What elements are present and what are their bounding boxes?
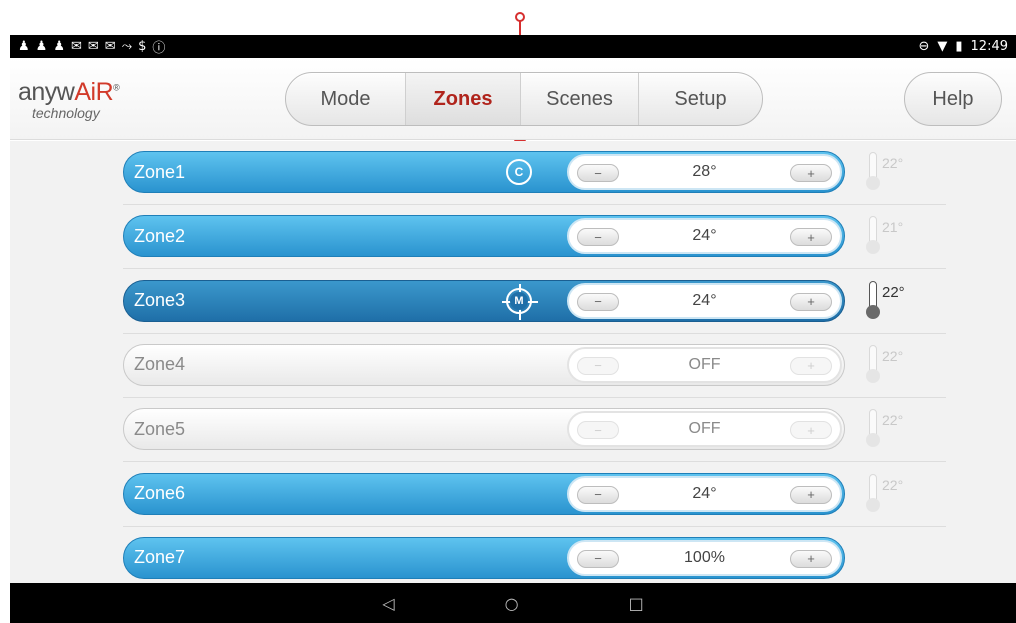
increase-button[interactable]: +: [790, 164, 832, 182]
notification-icons: ♟ ♟ ♟ ✉ ✉ ✉ ⤳ $ ⓘ: [18, 37, 166, 56]
mail-icon: ✉: [70, 39, 83, 54]
setpoint-control: − 28° +: [567, 154, 842, 190]
zone-row: Zone3 M − 24° + 22°: [10, 270, 1016, 334]
setpoint-value: OFF: [688, 355, 721, 373]
current-temperature: 22°: [882, 412, 904, 429]
setpoint-value: 100%: [684, 548, 725, 566]
zone-name[interactable]: Zone6: [134, 483, 185, 504]
clock: 12:49: [970, 39, 1008, 54]
thermometer: 22°: [866, 152, 916, 194]
mail-icon: ✉: [87, 39, 100, 54]
zone-name[interactable]: Zone4: [134, 354, 185, 375]
do-not-disturb-icon: ⊖: [918, 39, 930, 54]
auto-mode-icon[interactable]: C: [506, 159, 532, 185]
increase-button[interactable]: +: [790, 292, 832, 311]
decrease-button[interactable]: −: [577, 356, 619, 375]
notification-icon: ♟: [35, 39, 49, 54]
thermometer: 22°: [866, 280, 916, 323]
logo: anywAiR® technology: [18, 78, 120, 121]
system-icons: ⊖ ▼ ▮ 12:49: [918, 39, 1008, 54]
tab-zones[interactable]: Zones: [406, 73, 521, 125]
zone-list: Zone1 C − 28° + 22° Zone2 − 24° + 21° Zo…: [10, 141, 1016, 583]
increase-button[interactable]: +: [790, 228, 832, 247]
setpoint-control: − 100% +: [567, 539, 842, 576]
help-button[interactable]: Help: [904, 72, 1002, 126]
decrease-button[interactable]: −: [577, 421, 619, 440]
setpoint-control: − 24° +: [567, 475, 842, 512]
info-icon: ⓘ: [152, 41, 167, 56]
current-temperature: 21°: [882, 219, 904, 236]
current-temperature: 22°: [882, 155, 904, 171]
setpoint-value: 24°: [692, 484, 717, 502]
decrease-button[interactable]: −: [577, 292, 619, 311]
logo-wordmark: anywAiR®: [18, 78, 120, 106]
zone-bar[interactable]: Zone5 − OFF +: [123, 408, 845, 451]
zone-name[interactable]: Zone5: [134, 419, 185, 440]
setpoint-value: 28°: [692, 163, 717, 180]
zone-name[interactable]: Zone3: [134, 290, 185, 311]
recents-icon[interactable]: □: [629, 594, 644, 613]
tab-setup[interactable]: Setup: [639, 73, 762, 125]
zone-row: Zone4 − OFF + 22°: [10, 334, 1016, 398]
zone-row: Zone6 − 24° + 22°: [10, 463, 1016, 527]
setpoint-value: 24°: [692, 227, 717, 245]
setpoint-control: − 24° +: [567, 282, 842, 319]
setpoint-value: 24°: [692, 291, 717, 309]
tab-scenes[interactable]: Scenes: [521, 73, 639, 125]
thermometer: 21°: [866, 216, 916, 258]
back-icon[interactable]: ◁: [382, 594, 394, 613]
zone-bar[interactable]: Zone7 − 100% +: [123, 536, 845, 579]
wifi-icon: ▼: [937, 39, 948, 54]
increase-button[interactable]: +: [790, 421, 832, 440]
main-tabs: Mode Zones Scenes Setup: [285, 72, 763, 126]
setpoint-control: − 24° +: [567, 218, 842, 255]
tab-mode[interactable]: Mode: [286, 73, 406, 125]
notification-icon: ♟: [18, 39, 31, 54]
notification-icon: $: [138, 39, 148, 54]
zone-row: Zone2 − 24° + 21°: [10, 205, 1016, 270]
thermometer: 22°: [866, 409, 916, 451]
zone-name[interactable]: Zone1: [134, 162, 185, 183]
setpoint-value: OFF: [688, 420, 721, 438]
zone-row: Zone1 C − 28° + 22°: [10, 141, 1016, 205]
decrease-button[interactable]: −: [577, 549, 619, 568]
zone-bar[interactable]: Zone6 − 24° +: [123, 472, 845, 515]
setpoint-control: − OFF +: [567, 346, 842, 383]
zone-name[interactable]: Zone7: [134, 547, 185, 568]
status-bar: ♟ ♟ ♟ ✉ ✉ ✉ ⤳ $ ⓘ ⊖ ▼ ▮ 12:49: [10, 35, 1016, 58]
logo-tagline: technology: [32, 105, 100, 121]
decrease-button[interactable]: −: [577, 485, 619, 504]
app-header: anywAiR® technology Mode Zones Scenes Se…: [10, 58, 1016, 140]
usb-icon: ⤳: [121, 39, 134, 54]
zone-row: Zone7 − 100% +: [10, 527, 1016, 583]
thermometer: 22°: [866, 473, 916, 516]
mail-icon: ✉: [104, 39, 117, 54]
system-nav-bar: ◁ ○ □: [10, 583, 1016, 623]
increase-button[interactable]: +: [790, 485, 832, 504]
zone-bar[interactable]: Zone2 − 24° +: [123, 215, 845, 258]
zone-bar[interactable]: Zone1 C − 28° +: [123, 151, 845, 193]
decrease-button[interactable]: −: [577, 228, 619, 247]
master-zone-icon[interactable]: M: [502, 283, 538, 320]
current-temperature: 22°: [882, 283, 905, 301]
notification-icon: ♟: [53, 39, 66, 54]
decrease-button[interactable]: −: [577, 164, 619, 182]
zone-bar[interactable]: Zone4 − OFF +: [123, 343, 845, 386]
increase-button[interactable]: +: [790, 549, 832, 568]
zone-bar[interactable]: Zone3 M − 24° +: [123, 279, 845, 322]
setpoint-control: − OFF +: [567, 411, 842, 448]
current-temperature: 22°: [882, 476, 904, 493]
battery-icon: ▮: [955, 39, 963, 54]
zone-name[interactable]: Zone2: [134, 226, 185, 247]
home-icon[interactable]: ○: [505, 594, 519, 613]
increase-button[interactable]: +: [790, 356, 832, 375]
zone-row: Zone5 − OFF + 22°: [10, 398, 1016, 463]
thermometer: 22°: [866, 344, 916, 387]
current-temperature: 22°: [882, 347, 904, 364]
